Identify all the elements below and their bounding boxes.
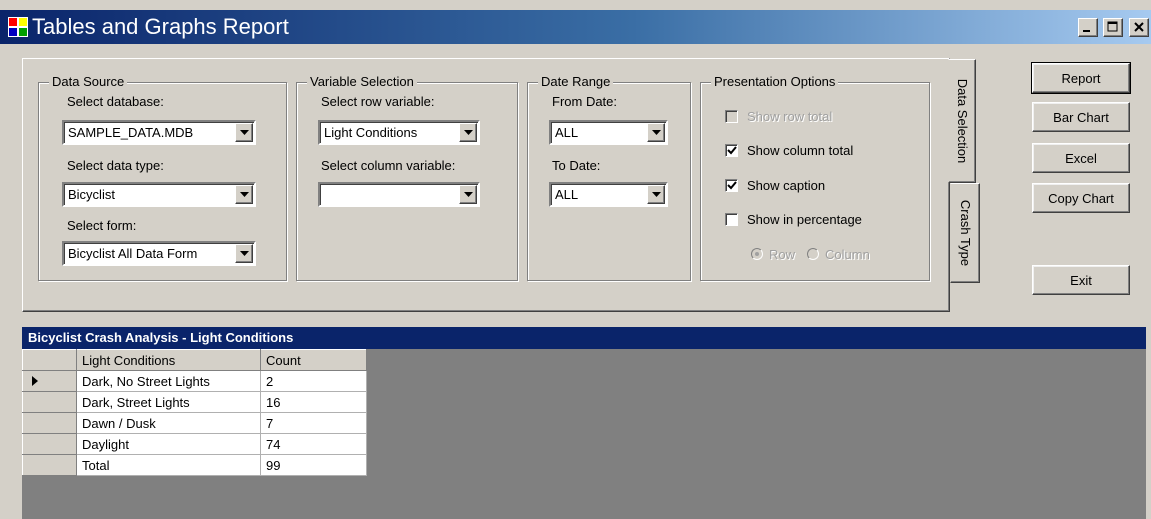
database-label: Select database:	[67, 94, 164, 109]
chevron-down-icon[interactable]	[235, 185, 253, 204]
tab-data-selection[interactable]: Data Selection	[948, 59, 976, 183]
checkbox-box[interactable]	[725, 144, 738, 157]
chevron-down-icon[interactable]	[647, 123, 665, 142]
count-cell[interactable]: 99	[260, 454, 367, 476]
light-condition-cell[interactable]: Daylight	[76, 433, 261, 455]
results-grid-area: Bicyclist Crash Analysis - Light Conditi…	[22, 327, 1146, 519]
row-variable-value: Light Conditions	[324, 125, 418, 140]
report-window: Tables and Graphs Report Data Source Sel…	[0, 0, 1151, 519]
table-header-row: Light Conditions Count	[22, 349, 367, 371]
count-cell[interactable]: 2	[260, 370, 367, 392]
chevron-down-icon[interactable]	[647, 185, 665, 204]
app-icon	[8, 17, 28, 37]
show-percentage-label: Show in percentage	[747, 212, 862, 227]
data-type-label: Select data type:	[67, 158, 164, 173]
percentage-row-label: Row	[769, 247, 796, 262]
presentation-options-group: Presentation Options Show row total Show…	[700, 74, 930, 281]
column-variable-label: Select column variable:	[321, 158, 456, 173]
maximize-icon[interactable]	[1103, 18, 1124, 37]
form-value: Bicyclist All Data Form	[68, 246, 198, 261]
presentation-options-title: Presentation Options	[711, 74, 839, 90]
results-caption: Bicyclist Crash Analysis - Light Conditi…	[22, 327, 1146, 349]
tab-data-selection-label: Data Selection	[955, 78, 970, 164]
from-date-select[interactable]: ALL	[549, 120, 668, 145]
close-icon[interactable]	[1129, 18, 1149, 37]
light-condition-cell[interactable]: Dawn / Dusk	[76, 412, 261, 434]
light-condition-cell[interactable]: Total	[76, 454, 261, 476]
to-date-label: To Date:	[552, 158, 601, 173]
database-select[interactable]: SAMPLE_DATA.MDB	[62, 120, 256, 145]
copy-chart-button[interactable]: Copy Chart	[1032, 183, 1130, 213]
to-date-value: ALL	[555, 187, 579, 202]
variable-selection-title: Variable Selection	[307, 74, 417, 90]
column-header-count[interactable]: Count	[260, 349, 367, 371]
excel-button[interactable]: Excel	[1032, 143, 1130, 173]
count-cell[interactable]: 7	[260, 412, 367, 434]
caption-buttons	[1076, 18, 1149, 38]
radio-dot[interactable]	[807, 248, 819, 260]
exit-button[interactable]: Exit	[1032, 265, 1130, 295]
from-date-label: From Date:	[552, 94, 618, 109]
row-selector[interactable]	[22, 433, 77, 455]
table-row[interactable]: Dawn / Dusk 7	[22, 412, 367, 434]
show-row-total-label: Show row total	[747, 109, 833, 124]
variable-selection-group: Variable Selection Select row variable: …	[296, 74, 518, 281]
column-header-light-conditions[interactable]: Light Conditions	[76, 349, 261, 371]
tab-crash-type-label: Crash Type	[958, 199, 973, 267]
chevron-down-icon[interactable]	[459, 185, 477, 204]
report-button[interactable]: Report	[1031, 62, 1131, 94]
column-variable-select[interactable]	[318, 182, 480, 207]
to-date-select[interactable]: ALL	[549, 182, 668, 207]
table-row[interactable]: Daylight 74	[22, 433, 367, 455]
row-selector[interactable]	[22, 370, 77, 392]
form-label: Select form:	[67, 218, 137, 233]
date-range-group: Date Range From Date: ALL To Date: ALL	[527, 74, 691, 281]
table-row[interactable]: Dark, Street Lights 16	[22, 391, 367, 413]
date-range-title: Date Range	[538, 74, 614, 90]
light-condition-cell[interactable]: Dark, No Street Lights	[76, 370, 261, 392]
bar-chart-button[interactable]: Bar Chart	[1032, 102, 1130, 132]
count-cell[interactable]: 16	[260, 391, 367, 413]
data-source-group: Data Source Select database: SAMPLE_DATA…	[38, 74, 287, 281]
data-type-select[interactable]: Bicyclist	[62, 182, 256, 207]
table-row[interactable]: Total 99	[22, 454, 367, 476]
data-type-value: Bicyclist	[68, 187, 115, 202]
tab-crash-type[interactable]: Crash Type	[950, 183, 980, 283]
checkbox-box[interactable]	[725, 110, 738, 123]
chevron-down-icon[interactable]	[459, 123, 477, 142]
from-date-value: ALL	[555, 125, 579, 140]
row-header-corner	[22, 349, 77, 371]
row-variable-label: Select row variable:	[321, 94, 435, 109]
chevron-down-icon[interactable]	[235, 244, 253, 263]
checkbox-box[interactable]	[725, 179, 738, 192]
data-source-title: Data Source	[49, 74, 128, 90]
show-column-total-label: Show column total	[747, 143, 854, 158]
show-caption-label: Show caption	[747, 178, 826, 193]
chevron-down-icon[interactable]	[235, 123, 253, 142]
title-bar[interactable]: Tables and Graphs Report	[0, 10, 1151, 44]
checkbox-box[interactable]	[725, 213, 738, 226]
row-selector[interactable]	[22, 454, 77, 476]
row-selector[interactable]	[22, 391, 77, 413]
row-selector[interactable]	[22, 412, 77, 434]
window-title: Tables and Graphs Report	[32, 14, 289, 39]
count-cell[interactable]: 74	[260, 433, 367, 455]
light-condition-cell[interactable]: Dark, Street Lights	[76, 391, 261, 413]
minimize-icon[interactable]	[1077, 18, 1098, 37]
percentage-column-label: Column	[825, 247, 870, 262]
results-table[interactable]: Light Conditions Count Dark, No Street L…	[22, 349, 367, 476]
form-select[interactable]: Bicyclist All Data Form	[62, 241, 256, 266]
database-value: SAMPLE_DATA.MDB	[68, 125, 194, 140]
table-row[interactable]: Dark, No Street Lights 2	[22, 370, 367, 392]
row-variable-select[interactable]: Light Conditions	[318, 120, 480, 145]
radio-dot[interactable]	[751, 248, 763, 260]
current-row-arrow-icon	[32, 376, 38, 386]
data-selection-panel: Data Source Select database: SAMPLE_DATA…	[22, 58, 950, 312]
